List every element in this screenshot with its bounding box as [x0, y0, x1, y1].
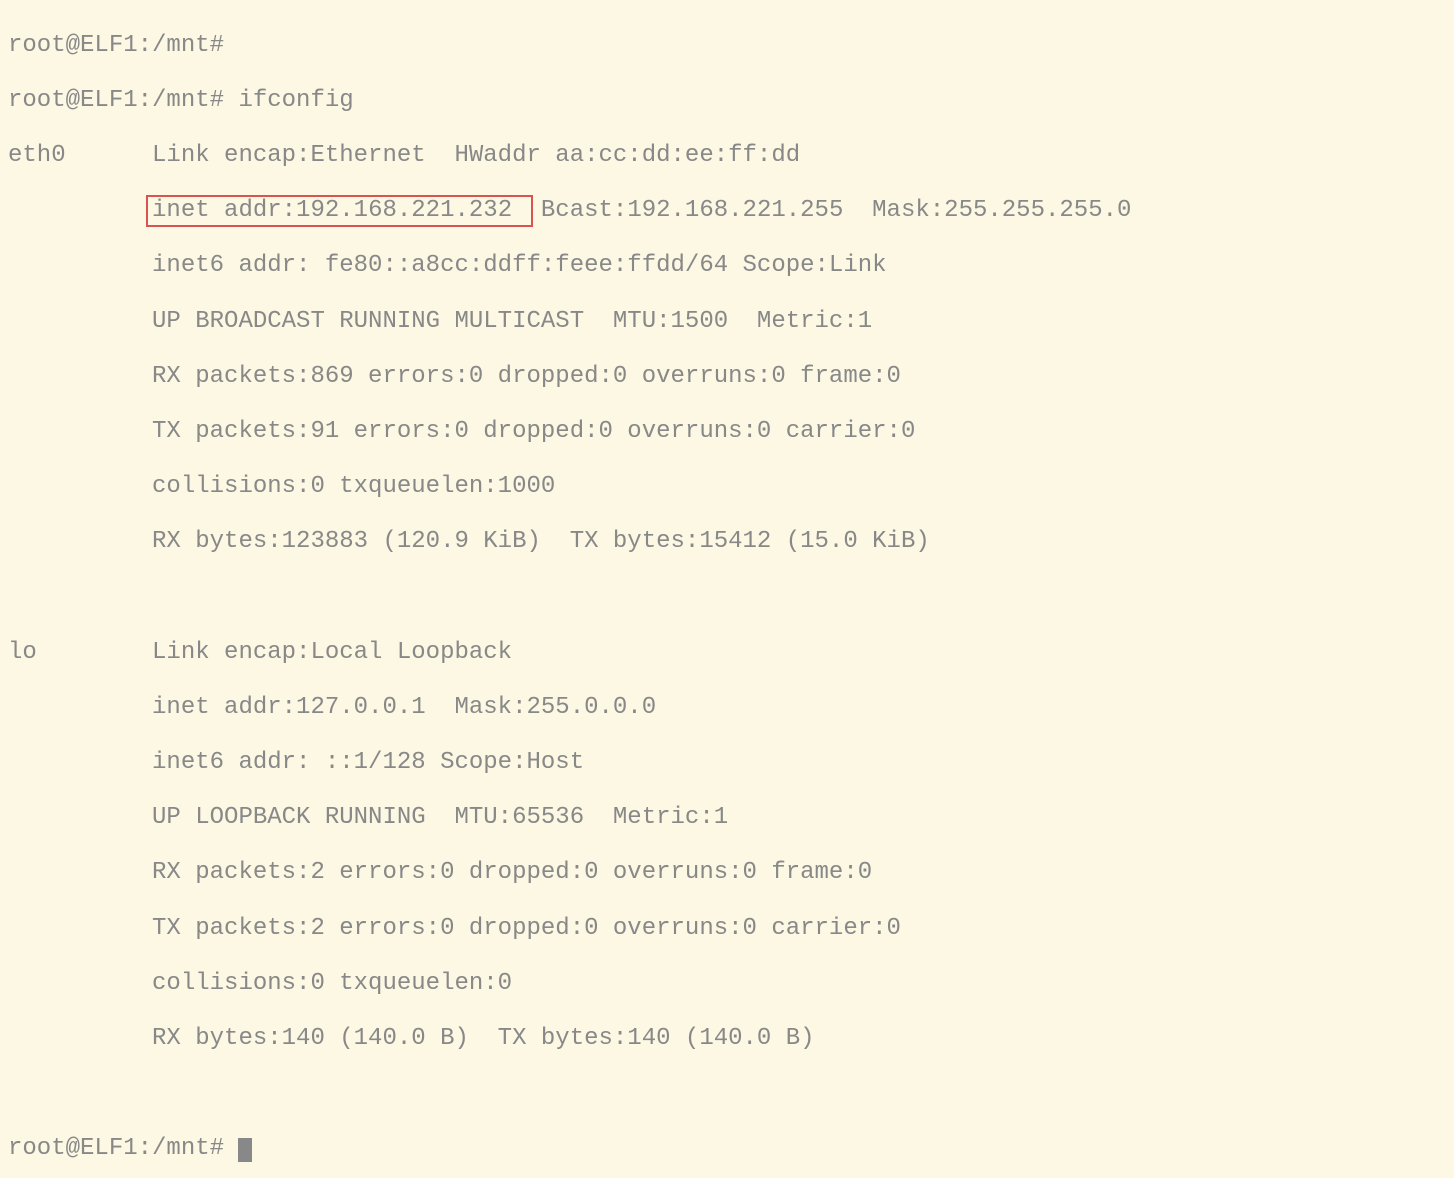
- eth0-link-line: eth0 Link encap:Ethernet HWaddr aa:cc:dd…: [8, 142, 1446, 170]
- blank-line: [8, 1080, 1446, 1108]
- lo-inet-line: inet addr:127.0.0.1 Mask:255.0.0.0: [8, 694, 1446, 722]
- prompt-line-command: root@ELF1:/mnt# ifconfig: [8, 87, 1446, 115]
- highlighted-ip-address: inet addr:192.168.221.232: [146, 195, 532, 227]
- lo-tx-packets-line: TX packets:2 errors:0 dropped:0 overruns…: [8, 915, 1446, 943]
- eth0-tx-packets-line: TX packets:91 errors:0 dropped:0 overrun…: [8, 418, 1446, 446]
- eth0-flags-line: UP BROADCAST RUNNING MULTICAST MTU:1500 …: [8, 308, 1446, 336]
- lo-collisions-line: collisions:0 txqueuelen:0: [8, 970, 1446, 998]
- eth0-collisions-line: collisions:0 txqueuelen:1000: [8, 473, 1446, 501]
- lo-rx-packets-line: RX packets:2 errors:0 dropped:0 overruns…: [8, 859, 1446, 887]
- terminal-output[interactable]: root@ELF1:/mnt# root@ELF1:/mnt# ifconfig…: [8, 4, 1446, 1178]
- eth0-rx-packets-line: RX packets:869 errors:0 dropped:0 overru…: [8, 363, 1446, 391]
- eth0-bytes-line: RX bytes:123883 (120.9 KiB) TX bytes:154…: [8, 528, 1446, 556]
- lo-link-line: lo Link encap:Local Loopback: [8, 639, 1446, 667]
- lo-bytes-line: RX bytes:140 (140.0 B) TX bytes:140 (140…: [8, 1025, 1446, 1053]
- prompt-line-empty: root@ELF1:/mnt#: [8, 32, 1446, 60]
- eth0-inet6-line: inet6 addr: fe80::a8cc:ddff:feee:ffdd/64…: [8, 252, 1446, 280]
- lo-flags-line: UP LOOPBACK RUNNING MTU:65536 Metric:1: [8, 804, 1446, 832]
- eth0-inet-line: inet addr:192.168.221.232 Bcast:192.168.…: [8, 197, 1446, 225]
- terminal-cursor: [238, 1138, 252, 1162]
- blank-line: [8, 583, 1446, 611]
- lo-inet6-line: inet6 addr: ::1/128 Scope:Host: [8, 749, 1446, 777]
- prompt-line-cursor[interactable]: root@ELF1:/mnt#: [8, 1135, 1446, 1163]
